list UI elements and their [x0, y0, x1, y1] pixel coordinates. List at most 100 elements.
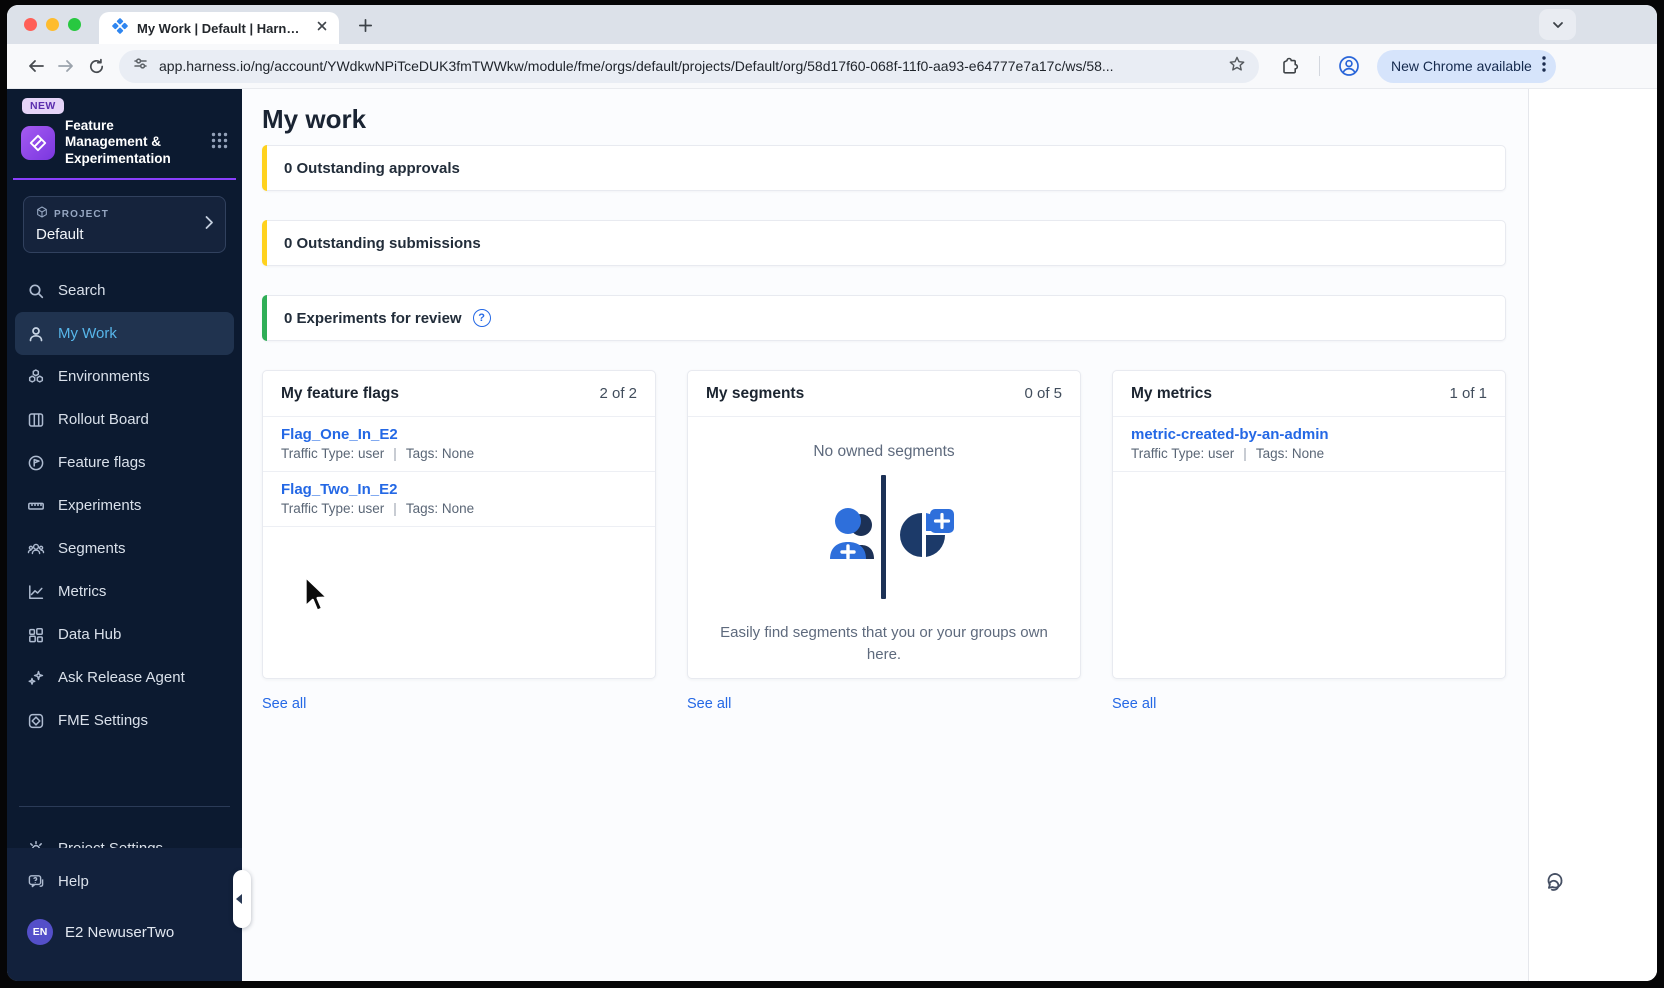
sidebar-accent-line — [13, 178, 236, 181]
sidebar-item-label: Ask Release Agent — [58, 669, 185, 687]
segments-empty-illustration — [804, 471, 964, 608]
card-title: My segments — [706, 384, 805, 402]
sidebar: NEW Feature Management & Experimentation — [7, 89, 251, 981]
user-name: E2 NewuserTwo — [65, 923, 175, 941]
tags: Tags: None — [405, 446, 475, 461]
sidebar-item-ask-release-agent[interactable]: Ask Release Agent — [15, 656, 234, 699]
card-title: My feature flags — [281, 384, 400, 402]
minimize-window-button[interactable] — [46, 18, 59, 31]
tab-title: My Work | Default | Harness — [137, 20, 306, 36]
card-count: 2 of 2 — [599, 385, 637, 402]
traffic-type: Traffic Type: user — [281, 446, 385, 461]
meta-separator: | — [1243, 446, 1247, 461]
banner-accent — [262, 145, 267, 191]
close-window-button[interactable] — [24, 18, 37, 31]
my-metrics-card: My metrics 1 of 1 metric-created-by-an-a… — [1112, 370, 1506, 679]
user-menu[interactable]: EN E2 NewuserTwo — [15, 912, 234, 952]
tags: Tags: None — [405, 501, 475, 516]
donut-chart-plus-glyph — [900, 509, 954, 557]
sidebar-item-my-work[interactable]: My Work — [15, 312, 234, 356]
sidebar-item-label: Data Hub — [58, 626, 122, 644]
sidebar-item-data-hub[interactable]: Data Hub — [15, 613, 234, 656]
banner-accent — [262, 220, 267, 266]
reload-button[interactable] — [81, 51, 111, 81]
empty-state-caption: Easily find segments that you or your gr… — [720, 624, 1048, 663]
back-button[interactable] — [21, 51, 51, 81]
metric-link[interactable]: metric-created-by-an-admin — [1131, 426, 1487, 443]
bookmark-star-icon[interactable] — [1228, 55, 1246, 78]
person-icon — [27, 325, 45, 343]
sidebar-item-label: Help — [58, 873, 89, 890]
site-settings-icon[interactable] — [132, 55, 149, 77]
module-grid-icon[interactable] — [211, 132, 228, 154]
hexagons-icon — [27, 368, 45, 386]
main-content: My work 0 Outstanding approvals 0 Outsta… — [242, 89, 1657, 981]
sidebar-item-metrics[interactable]: Metrics — [15, 570, 234, 613]
traffic-type: Traffic Type: user — [281, 501, 385, 516]
forward-button[interactable] — [51, 51, 81, 81]
fme-settings-icon — [27, 712, 45, 730]
sidebar-item-fme-settings[interactable]: FME Settings — [15, 699, 234, 742]
chevron-right-icon — [205, 215, 214, 234]
sidebar-nav: Search My Work Environments Rollout Boar… — [7, 269, 242, 742]
sidebar-item-rollout-board[interactable]: Rollout Board — [15, 398, 234, 441]
chrome-update-label: New Chrome available — [1391, 58, 1532, 74]
tab-search-button[interactable] — [1539, 9, 1576, 40]
sidebar-item-label: Rollout Board — [58, 411, 149, 429]
see-all-flags-link[interactable]: See all — [262, 696, 306, 712]
data-hub-icon — [27, 626, 45, 644]
fme-logo-icon — [21, 125, 55, 160]
flag-row: Flag_One_In_E2 Traffic Type: user | Tags… — [263, 417, 655, 472]
sidebar-item-label: Environments — [58, 368, 150, 386]
feedback-chat-icon[interactable] — [1541, 870, 1567, 901]
extensions-icon[interactable] — [1275, 51, 1305, 81]
sparkles-icon — [27, 669, 45, 687]
address-bar[interactable]: app.harness.io/ng/account/YWdkwNPiTceDUK… — [119, 49, 1259, 83]
profile-icon[interactable] — [1334, 51, 1364, 81]
sidebar-item-help[interactable]: Help — [15, 860, 234, 903]
sidebar-item-label: Segments — [58, 540, 126, 558]
flag-link[interactable]: Flag_Two_In_E2 — [281, 481, 637, 498]
sidebar-item-label: Search — [58, 282, 106, 300]
card-count: 0 of 5 — [1024, 385, 1062, 402]
browser-window: My Work | Default | Harness app.harness.… — [7, 5, 1657, 981]
avatar: EN — [27, 919, 53, 945]
sidebar-item-segments[interactable]: Segments — [15, 527, 234, 570]
tab-close-icon[interactable] — [315, 19, 329, 38]
browser-menu-icon[interactable] — [1542, 55, 1546, 77]
banner-outstanding-approvals: 0 Outstanding approvals — [262, 145, 1506, 191]
help-chat-icon — [27, 873, 45, 891]
banner-experiments-for-review: 0 Experiments for review ? — [262, 295, 1506, 341]
chrome-update-button[interactable]: New Chrome available — [1377, 49, 1556, 83]
help-icon[interactable]: ? — [472, 309, 491, 327]
search-icon — [27, 282, 45, 300]
card-count: 1 of 1 — [1449, 385, 1487, 402]
sidebar-item-search[interactable]: Search — [15, 269, 234, 312]
tags: Tags: None — [1255, 446, 1325, 461]
zoom-window-button[interactable] — [68, 18, 81, 31]
browser-tab[interactable]: My Work | Default | Harness — [99, 12, 339, 44]
url-text[interactable]: app.harness.io/ng/account/YWdkwNPiTceDUK… — [159, 58, 1218, 74]
traffic-type: Traffic Type: user — [1131, 446, 1235, 461]
people-group-icon — [27, 540, 45, 558]
meta-separator: | — [393, 446, 397, 461]
meta-separator: | — [393, 501, 397, 516]
sidebar-item-environments[interactable]: Environments — [15, 355, 234, 398]
sidebar-collapse-handle[interactable] — [233, 870, 251, 928]
flag-link[interactable]: Flag_One_In_E2 — [281, 426, 637, 443]
project-selector[interactable]: PROJECT Default — [23, 196, 226, 254]
project-cube-icon — [36, 205, 48, 223]
tab-strip: My Work | Default | Harness — [7, 5, 1657, 44]
new-tab-button[interactable] — [353, 13, 377, 37]
card-title: My metrics — [1131, 384, 1212, 402]
see-all-segments-link[interactable]: See all — [687, 696, 731, 712]
sidebar-item-experiments[interactable]: Experiments — [15, 484, 234, 527]
my-feature-flags-card: My feature flags 2 of 2 Flag_One_In_E2 T… — [262, 370, 656, 679]
sidebar-item-feature-flags[interactable]: Feature flags — [15, 441, 234, 484]
right-rail — [1528, 89, 1657, 981]
banner-text: 0 Outstanding approvals — [284, 159, 460, 177]
flag-row: Flag_Two_In_E2 Traffic Type: user | Tags… — [263, 472, 655, 527]
metric-row: metric-created-by-an-admin Traffic Type:… — [1113, 417, 1505, 472]
see-all-metrics-link[interactable]: See all — [1112, 696, 1156, 712]
sidebar-divider — [19, 806, 230, 808]
